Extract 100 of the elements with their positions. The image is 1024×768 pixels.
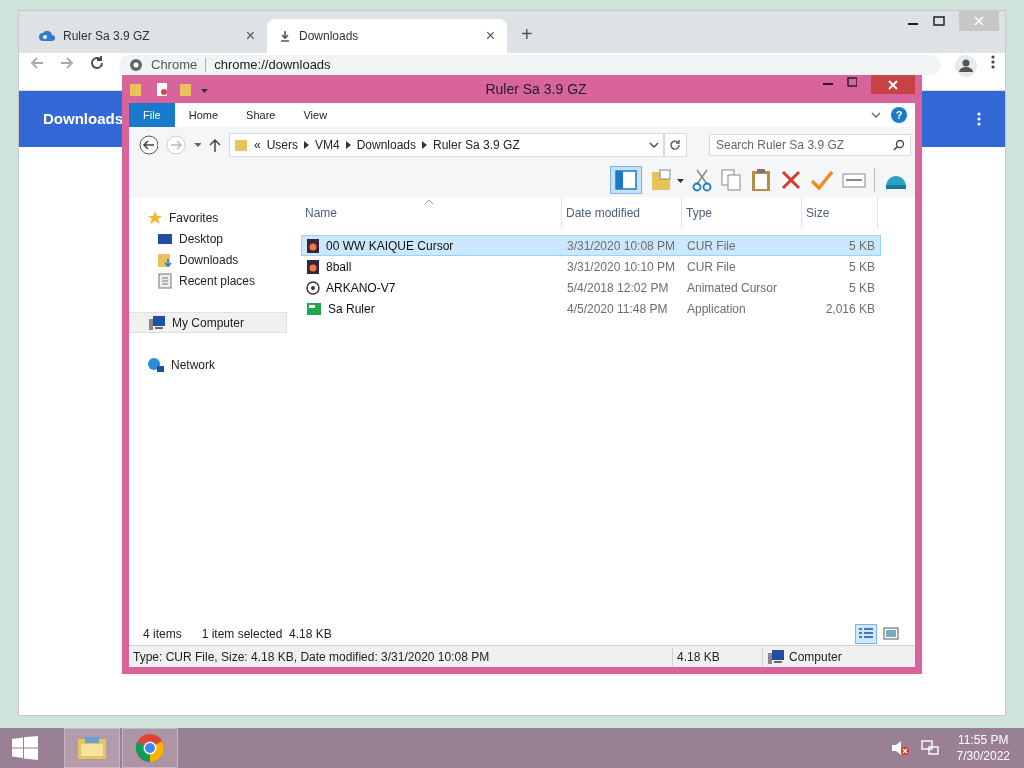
download-icon <box>279 30 291 42</box>
window-title: Ruler Sa 3.9 GZ <box>485 79 587 99</box>
file-row[interactable]: Sa Ruler 4/5/2020 11:48 PM Application 2,016 KB <box>301 298 881 319</box>
url-text: chrome://downloads <box>214 57 331 73</box>
refresh-icon <box>669 139 682 151</box>
cursor-file-icon <box>306 237 320 254</box>
size-cell-text: 5 KB <box>848 237 876 255</box>
network-icon[interactable] <box>920 740 939 756</box>
status-details: Type: CUR File, Size: 4.18 KB, Date modified: 3/31/2020 10:08 PM <box>132 648 491 666</box>
document-icon <box>157 272 173 289</box>
search-field[interactable]: Search Ruler Sa 3.9 GZ <box>709 134 911 156</box>
date-cell-text: 5/4/2018 12:02 PM <box>566 279 670 297</box>
navigation-item[interactable]: Favorites <box>129 207 287 228</box>
folder-icon <box>77 735 107 761</box>
clock-time[interactable]: 11:55 PM <box>958 732 1009 748</box>
navigation-item[interactable]: Downloads <box>129 249 287 270</box>
navigation-item[interactable]: Recent places <box>129 270 287 291</box>
file-name: 8ball <box>326 258 352 276</box>
refresh-button[interactable] <box>663 133 687 157</box>
navigation-item[interactable]: My Computer <box>129 312 287 333</box>
file-name: 00 WW KAIQUE Cursor <box>326 237 454 255</box>
computer-icon <box>148 314 166 331</box>
site-label: Chrome <box>151 57 198 73</box>
profile-icon[interactable] <box>955 55 977 77</box>
type-cell-text: CUR File <box>686 237 737 255</box>
column-header[interactable]: Type <box>682 197 802 229</box>
maximize-icon[interactable] <box>847 75 857 89</box>
browser-tab[interactable]: Downloads × <box>267 19 507 53</box>
ribbon-tab[interactable]: View <box>289 103 342 127</box>
file-row[interactable]: ARKANO-V7 5/4/2018 12:02 PM Animated Cursor 5 KB <box>301 277 881 298</box>
ribbon-tab[interactable]: Home <box>174 103 233 127</box>
network-icon <box>147 356 165 373</box>
selection-info: 1 item selected 4.18 KB <box>201 626 332 643</box>
address-bar[interactable]: Chrome chrome://downloads <box>119 55 941 75</box>
breadcrumb-item[interactable]: Downloads <box>356 136 417 154</box>
rename-icon[interactable] <box>842 170 866 190</box>
navigation-item[interactable]: Network <box>129 354 287 375</box>
chevron-right-icon <box>345 141 351 149</box>
type-cell-text: Application <box>686 300 747 318</box>
chevron-down-icon[interactable] <box>648 141 659 149</box>
file-name: Sa Ruler <box>328 300 375 318</box>
status-size: 4.18 KB <box>672 647 762 666</box>
reload-icon[interactable] <box>89 55 105 71</box>
speaker-muted-icon[interactable] <box>890 740 909 756</box>
cut-icon[interactable] <box>692 168 712 192</box>
circle-icon <box>306 280 320 295</box>
folder-icon <box>157 251 173 268</box>
up-arrow-icon[interactable] <box>209 138 221 152</box>
back-icon[interactable] <box>139 135 159 155</box>
breadcrumb-item[interactable]: Ruler Sa 3.9 GZ <box>433 136 520 154</box>
item-count: 4 items <box>143 626 182 643</box>
column-header[interactable]: Name <box>301 197 562 229</box>
paste-icon[interactable] <box>750 168 772 192</box>
chevron-down-icon[interactable] <box>871 111 881 119</box>
recent-locations-icon[interactable] <box>193 142 202 148</box>
type-cell-text: CUR File <box>686 258 737 276</box>
tab-title: Ruler Sa 3.9 GZ <box>63 28 151 45</box>
more-icon[interactable] <box>977 112 981 126</box>
file-row[interactable]: 8ball 3/31/2020 10:10 PM CUR File 5 KB <box>301 256 881 277</box>
column-header[interactable]: Date modified <box>562 197 682 229</box>
tab-close-button[interactable]: × <box>485 24 495 48</box>
column-header[interactable]: Size <box>802 197 878 229</box>
chrome-taskbar-button[interactable] <box>122 728 178 768</box>
type-cell-text: Animated Cursor <box>686 279 779 297</box>
clock-date[interactable]: 7/30/2022 <box>956 748 1010 764</box>
browser-logo-icon <box>135 733 165 763</box>
date-cell-text: 4/5/2020 11:48 PM <box>566 300 669 318</box>
list-icon <box>859 628 873 640</box>
forward-icon[interactable] <box>59 55 75 71</box>
cursor-file-icon <box>306 258 320 275</box>
tab-title: Downloads <box>299 28 360 45</box>
size-cell-text: 5 KB <box>848 258 876 276</box>
breadcrumb-item[interactable]: « <box>253 136 261 154</box>
file-row[interactable]: 00 WW KAIQUE Cursor 3/31/2020 10:08 PM CUR File 5 KB <box>301 235 881 256</box>
checkmark-icon[interactable] <box>810 169 834 191</box>
monitor-icon <box>157 231 173 246</box>
start-button-icon[interactable] <box>12 736 38 760</box>
menu-icon[interactable] <box>991 55 995 69</box>
preview-pane-icon <box>615 170 637 190</box>
new-tab-button[interactable]: + <box>521 19 533 49</box>
tab-close-button[interactable]: × <box>245 24 255 48</box>
ribbon-tab[interactable]: Share <box>232 103 290 127</box>
preview-pane-button[interactable] <box>610 166 642 194</box>
folder-options-icon[interactable] <box>650 168 684 192</box>
star-icon <box>147 209 163 226</box>
breadcrumb-item[interactable]: VM4 <box>314 136 340 154</box>
ribbon-tab[interactable]: File <box>129 103 175 127</box>
chevron-right-icon <box>422 141 428 149</box>
close-icon <box>974 16 984 26</box>
close-button[interactable] <box>871 75 915 94</box>
details-view-button[interactable] <box>855 624 877 644</box>
file-name: ARKANO-V7 <box>326 279 396 297</box>
help-button[interactable]: ? <box>891 107 907 123</box>
delete-icon[interactable] <box>780 169 802 191</box>
size-cell-text: 2,016 KB <box>824 300 876 318</box>
date-cell-text: 3/31/2020 10:08 PM <box>566 237 677 255</box>
breadcrumb-item[interactable]: Users <box>266 136 298 154</box>
address-field[interactable]: « Users VM4 Downloads Ruler Sa 3.9 GZ <box>228 133 664 157</box>
maximize-icon[interactable] <box>933 16 945 26</box>
navigation-item[interactable]: Desktop <box>129 228 287 249</box>
